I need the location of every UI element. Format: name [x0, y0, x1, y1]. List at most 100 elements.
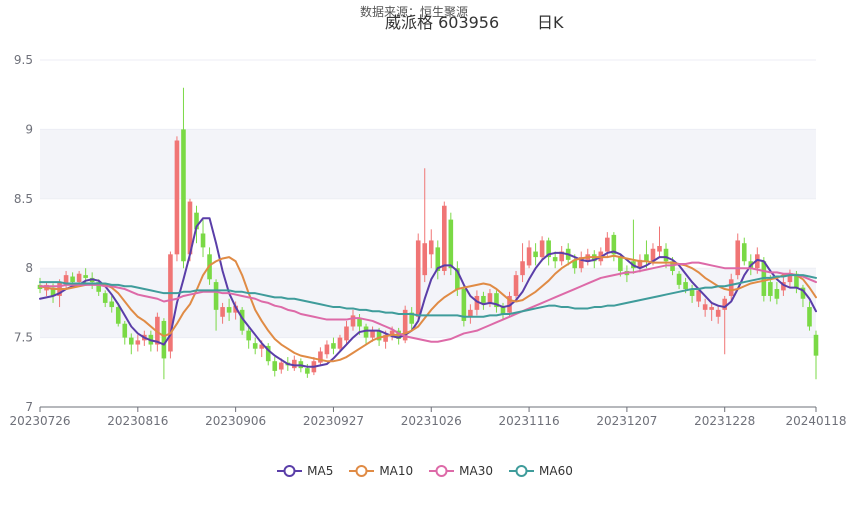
candle-up — [168, 251, 173, 359]
legend-label: MA30 — [459, 464, 494, 478]
legend-line-circle-icon — [277, 465, 303, 477]
candle-body — [715, 309, 721, 317]
x-tick-label: 20231026 — [401, 414, 462, 428]
x-tick-label: 20231228 — [694, 414, 755, 428]
candle-down — [461, 284, 467, 327]
chart-container: 数据来源：恒生聚源 威派格 603956 日K 7 7.5 8 8.5 9 9.5 2023… — [0, 0, 850, 518]
candle-up — [318, 347, 323, 366]
candle-body — [533, 251, 538, 258]
candle-body — [605, 237, 610, 252]
candle-body — [813, 334, 819, 356]
candle-body — [122, 323, 128, 338]
candle-body — [70, 276, 75, 283]
candle-body — [722, 298, 728, 310]
candle-body — [161, 320, 167, 359]
x-tick-label: 20231116 — [499, 414, 560, 428]
candle-body — [213, 282, 219, 310]
candle-body — [448, 219, 454, 269]
candle-body — [337, 337, 343, 349]
candle-body — [702, 304, 708, 310]
candle-down — [272, 357, 278, 377]
x-tick-label: 20231207 — [596, 414, 657, 428]
candle-body — [350, 315, 356, 327]
candle-body — [370, 330, 375, 338]
x-tick-label: 20240118 — [785, 414, 846, 428]
candle-down — [363, 323, 369, 345]
candle-body — [109, 301, 115, 308]
candle-body — [115, 307, 121, 324]
candle-body — [618, 257, 623, 271]
candle-body — [520, 261, 525, 276]
candle-down — [200, 219, 206, 258]
candle-body — [135, 340, 141, 345]
candle-body — [428, 240, 434, 255]
candle-body — [292, 359, 297, 369]
candle-down — [252, 337, 258, 355]
candle-body — [278, 362, 284, 370]
candle-up — [559, 245, 564, 266]
candle-down — [546, 237, 551, 266]
candle-body — [768, 282, 773, 296]
y-axis: 7 7.5 8 8.5 9 9.5 — [14, 53, 33, 414]
candle-body — [128, 337, 134, 345]
candle-body — [676, 273, 682, 285]
candle-up — [513, 270, 519, 299]
candle-body — [487, 293, 493, 303]
candle-body — [644, 254, 649, 262]
candle-body — [663, 248, 669, 262]
candle-body — [331, 343, 336, 349]
candle-down — [741, 237, 747, 266]
candle-body — [657, 245, 662, 252]
legend-line-circle-icon — [429, 465, 455, 477]
legend-item-ma30[interactable]: MA30 — [429, 464, 493, 478]
candle-up — [428, 229, 434, 269]
candle-up — [415, 233, 421, 321]
candle-body — [252, 343, 258, 349]
candle-body — [305, 368, 310, 374]
y-tick-label: 7.5 — [14, 331, 33, 345]
candle-body — [174, 140, 180, 255]
candle-body — [102, 293, 108, 303]
x-axis: 20230726 20230816 20230906 20230927 20231026… — [9, 406, 847, 428]
y-tick-label: 9 — [25, 122, 33, 136]
candle-body — [552, 257, 558, 262]
candle-body — [526, 247, 532, 266]
candle-body — [324, 344, 330, 355]
candle-up — [292, 355, 297, 371]
candle-up — [324, 340, 330, 359]
legend-item-ma10[interactable]: MA10 — [349, 464, 413, 478]
candle-body — [363, 326, 369, 338]
candle-body — [513, 275, 519, 296]
candle-body — [344, 326, 349, 341]
x-tick-label: 20230906 — [205, 414, 266, 428]
candle-down — [813, 330, 819, 380]
legend-item-ma5[interactable]: MA5 — [277, 464, 333, 478]
legend-label: MA10 — [379, 464, 414, 478]
candle-body — [220, 307, 225, 317]
candle-body — [539, 240, 545, 258]
split-area-band — [40, 129, 816, 199]
candle-body — [709, 307, 714, 310]
y-tick-label: 8.5 — [14, 192, 33, 206]
candle-down — [161, 318, 167, 380]
candle-body — [226, 307, 232, 313]
legend-line-circle-icon — [349, 465, 375, 477]
candle-down — [533, 243, 538, 266]
candle-body — [272, 361, 278, 371]
candle-down — [181, 87, 186, 269]
candle-body — [246, 330, 251, 341]
candle-body — [181, 129, 186, 262]
candle-body — [500, 307, 506, 315]
candle-body — [728, 279, 734, 296]
candle-body — [735, 240, 741, 276]
candle-body — [415, 240, 421, 317]
x-tick-label: 20230816 — [107, 414, 168, 428]
candle-up — [442, 201, 447, 276]
candle-up — [735, 233, 741, 280]
candle-body — [481, 295, 486, 303]
y-tick-label: 7 — [25, 400, 33, 414]
candle-up — [657, 226, 662, 258]
y-tick-label: 9.5 — [14, 53, 33, 67]
legend-item-ma60[interactable]: MA60 — [509, 464, 573, 478]
y-tick-label: 8 — [25, 261, 33, 275]
